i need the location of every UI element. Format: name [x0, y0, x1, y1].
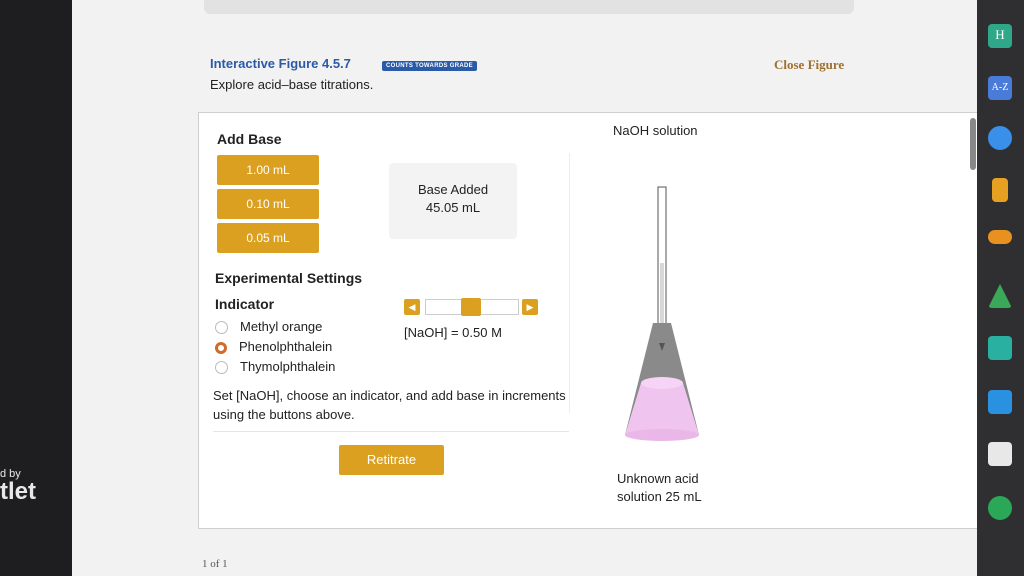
- indicator-label: Thymolphthalein: [240, 359, 336, 374]
- page-counter: 1 of 1: [202, 558, 228, 570]
- experimental-settings-title: Experimental Settings: [215, 270, 363, 286]
- radio-icon[interactable]: [215, 321, 228, 335]
- retitrate-button[interactable]: Retitrate: [339, 445, 444, 475]
- radio-icon[interactable]: [215, 361, 228, 375]
- chrome-icon[interactable]: [988, 496, 1012, 520]
- promo-big-text: tlet: [0, 478, 36, 505]
- base-added-label: Base Added: [417, 182, 489, 197]
- left-background-strip: d by tlet: [0, 0, 72, 576]
- base-added-box: Base Added 45.05 mL: [389, 163, 517, 239]
- indicator-option-thymolphthalein[interactable]: Thymolphthalein: [215, 359, 336, 375]
- titration-panel: Add Base 1.00 mL 0.10 mL 0.05 mL Base Ad…: [198, 112, 980, 529]
- divider: [213, 431, 569, 432]
- slider-right-arrow-icon[interactable]: ▶: [522, 299, 538, 315]
- add-0-05ml-button[interactable]: 0.05 mL: [217, 223, 319, 253]
- naoh-concentration-slider[interactable]: ◀ ▶: [404, 297, 538, 317]
- add-1ml-button[interactable]: 1.00 mL: [217, 155, 319, 185]
- figure-page: Interactive Figure 4.5.7 COUNTS TOWARDS …: [72, 0, 980, 576]
- close-figure-link[interactable]: Close Figure: [774, 57, 844, 73]
- a-z-icon[interactable]: A-Z: [988, 76, 1012, 100]
- indicator-option-phenolphthalein[interactable]: Phenolphthalein: [215, 339, 332, 354]
- grade-badge: COUNTS TOWARDS GRADE: [382, 61, 477, 71]
- flask-label: Unknown acid solution 25 mL: [617, 470, 702, 506]
- figure-subtitle: Explore acid–base titrations.: [210, 77, 374, 92]
- notes-icon[interactable]: [988, 442, 1012, 466]
- indicator-label: Methyl orange: [240, 319, 323, 334]
- titration-apparatus: [625, 186, 699, 441]
- panel-separator: [569, 153, 570, 413]
- flask-label-line2: solution 25 mL: [617, 489, 702, 504]
- burette-label: NaOH solution: [613, 123, 698, 138]
- chat-icon[interactable]: [988, 390, 1012, 414]
- cart-icon[interactable]: [988, 336, 1012, 360]
- indicator-title: Indicator: [215, 296, 275, 312]
- left-promo: d by tlet: [0, 468, 36, 506]
- flask-label-line1: Unknown acid: [617, 471, 699, 486]
- cloud-icon[interactable]: [988, 230, 1012, 244]
- slider-left-arrow-icon[interactable]: ◀: [404, 299, 420, 315]
- indicator-label: Phenolphthalein: [239, 339, 333, 354]
- h-icon[interactable]: H: [988, 24, 1012, 48]
- book-icon[interactable]: [992, 178, 1008, 202]
- add-base-title: Add Base: [217, 131, 282, 147]
- add-0-1ml-button[interactable]: 0.10 mL: [217, 189, 319, 219]
- instructions-text: Set [NaOH], choose an indicator, and add…: [213, 388, 566, 422]
- flask-icon: [625, 323, 699, 441]
- right-sidebar: H A-Z: [977, 0, 1024, 576]
- naoh-concentration-readout: [NaOH] = 0.50 M: [404, 325, 502, 340]
- edge-icon[interactable]: [988, 126, 1012, 150]
- scrollbar-thumb[interactable]: [970, 118, 976, 170]
- base-added-value: 45.05 mL: [425, 200, 481, 215]
- radio-selected-icon[interactable]: [215, 341, 227, 354]
- slider-thumb[interactable]: [461, 298, 481, 316]
- drive-icon[interactable]: [988, 284, 1012, 308]
- figure-title: Interactive Figure 4.5.7: [210, 56, 351, 71]
- top-bar: [204, 0, 854, 14]
- indicator-option-methyl-orange[interactable]: Methyl orange: [215, 319, 323, 335]
